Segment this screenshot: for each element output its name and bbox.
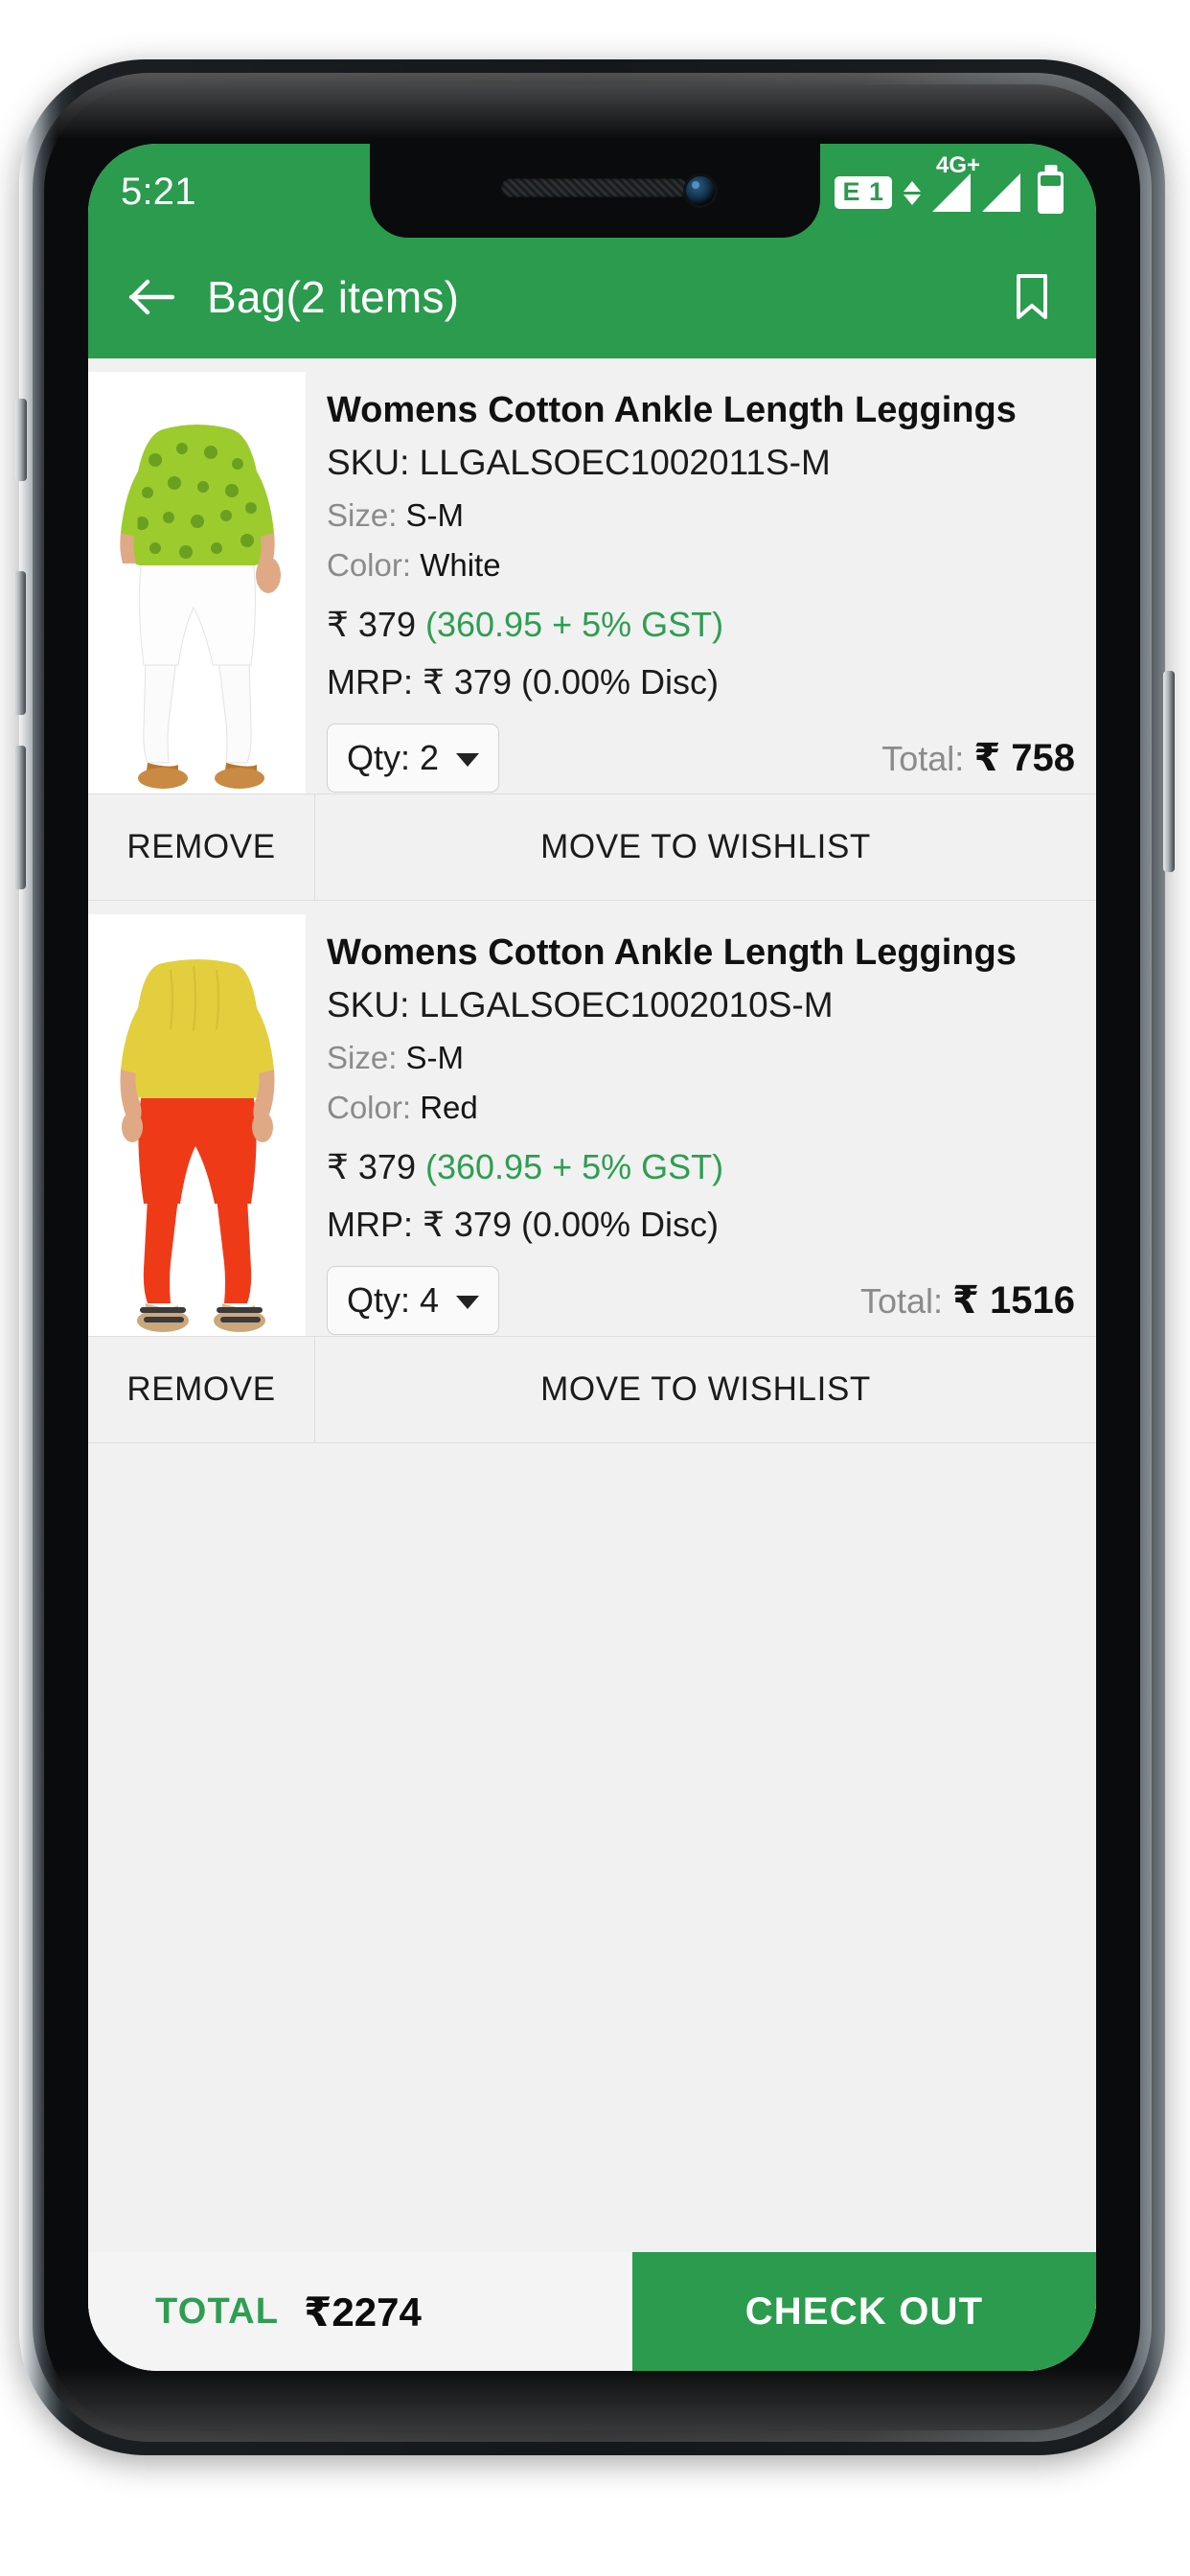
size-value: S-M [405,1039,465,1075]
phone-notch [370,144,820,238]
color-label: Color: [327,546,412,583]
cart-item-body: Womens Cotton Ankle Length Leggings SKU:… [88,901,1096,1336]
cart-list: Womens Cotton Ankle Length Leggings SKU:… [88,358,1096,2371]
product-sku: SKU: LLGALSOEC1002011S-M [327,443,831,483]
quantity-row: Qty: 4 Total: ₹ 1516 [327,1265,1077,1335]
item-total: Total: ₹ 758 [881,736,1077,780]
data-transfer-arrows-icon [904,180,921,205]
cart-item-actions: REMOVE MOVE TO WISHLIST [88,1336,1096,1443]
product-sku: SKU: LLGALSOEC1002010S-M [327,985,834,1025]
remove-button[interactable]: REMOVE [88,1337,315,1442]
product-mrp: MRP: ₹ 379 (0.00% Disc) [327,1204,720,1244]
size-label: Size: [327,496,398,533]
cart-item-actions: REMOVE MOVE TO WISHLIST [88,794,1096,901]
signal-bars-icon-2 [982,173,1020,212]
cart-total: TOTAL ₹2274 [88,2252,632,2371]
arrow-left-icon [128,279,175,315]
phone-screen: 5:21 E 1 4G+ Bag(2 items) Womens Cotton … [88,144,1096,2371]
price-gst-breakup: (360.95 + 5% GST) [425,1146,724,1186]
sim-badge: E 1 [835,175,892,210]
quantity-dropdown[interactable]: Qty: 2 [327,723,500,793]
product-color: Color: White [327,547,1077,584]
cart-total-label: TOTAL [155,2290,280,2332]
color-value: Red [420,1089,478,1125]
battery-icon [1038,172,1064,214]
product-size: Size: S-M [327,497,1077,534]
quantity-dropdown[interactable]: Qty: 4 [327,1265,500,1335]
chevron-down-icon [456,1295,480,1309]
product-thumbnail[interactable] [88,914,306,1336]
network-type-label: 4G+ [936,152,981,178]
item-total-value: ₹ 758 [973,736,1075,779]
product-title: Womens Cotton Ankle Length Leggings [327,932,1017,973]
size-value: S-M [405,496,465,533]
status-clock: 5:21 [121,170,196,213]
cart-total-amount: ₹2274 [304,2288,422,2334]
cart-item: Womens Cotton Ankle Length Leggings SKU:… [88,358,1096,901]
phone-volume-down-button[interactable] [13,746,26,889]
phone-power-button[interactable] [1163,671,1175,872]
remove-button[interactable]: REMOVE [88,794,315,900]
product-color: Color: Red [327,1090,1077,1126]
checkout-button[interactable]: CHECK OUT [632,2252,1096,2371]
quantity-value: Qty: 4 [347,1279,440,1320]
phone-volume-up-button[interactable] [13,571,26,715]
product-size: Size: S-M [327,1040,1077,1076]
color-label: Color: [327,1089,412,1125]
cart-item-body: Womens Cotton Ankle Length Leggings SKU:… [88,358,1096,794]
list-empty-space [88,1443,1096,1692]
wishlist-bookmark-button[interactable] [1002,267,1062,327]
item-total-value: ₹ 1516 [952,1278,1075,1322]
item-total-label: Total: [860,1280,944,1321]
price-amount: ₹ 379 [327,1146,416,1186]
size-label: Size: [327,1039,398,1075]
product-details: Womens Cotton Ankle Length Leggings SKU:… [306,914,1096,1336]
checkout-bar: TOTAL ₹2274 CHECK OUT [88,2252,1096,2371]
move-to-wishlist-button[interactable]: MOVE TO WISHLIST [315,794,1096,900]
product-thumbnail[interactable] [88,372,306,794]
front-camera-icon [686,176,715,205]
move-to-wishlist-button[interactable]: MOVE TO WISHLIST [315,1337,1096,1442]
quantity-value: Qty: 2 [347,737,440,777]
phone-silent-switch[interactable] [15,399,27,481]
page-title: Bag(2 items) [207,272,460,322]
item-total: Total: ₹ 1516 [860,1278,1077,1322]
app-bar: Bag(2 items) [88,236,1096,358]
color-value: White [420,546,501,583]
earpiece-speaker [501,178,689,197]
status-icons: E 1 4G+ [835,152,1064,214]
product-image-white-leggings [88,372,306,794]
price-amount: ₹ 379 [327,604,416,644]
signal-bars-icon-1: 4G+ [932,152,980,212]
product-title: Womens Cotton Ankle Length Leggings [327,390,1017,430]
product-mrp: MRP: ₹ 379 (0.00% Disc) [327,661,720,702]
item-total-label: Total: [881,738,965,778]
product-price: ₹ 379 (360.95 + 5% GST) [327,605,1077,645]
product-price: ₹ 379 (360.95 + 5% GST) [327,1147,1077,1187]
product-image-red-leggings [88,914,306,1336]
bookmark-icon [1017,274,1047,319]
screenshot-stage: 5:21 E 1 4G+ Bag(2 items) Womens Cotton … [0,0,1190,2576]
product-details: Womens Cotton Ankle Length Leggings SKU:… [306,372,1096,794]
price-gst-breakup: (360.95 + 5% GST) [425,604,724,644]
quantity-row: Qty: 2 Total: ₹ 758 [327,723,1077,793]
back-button[interactable] [123,267,182,327]
chevron-down-icon [456,752,480,767]
cart-item: Womens Cotton Ankle Length Leggings SKU:… [88,901,1096,1443]
